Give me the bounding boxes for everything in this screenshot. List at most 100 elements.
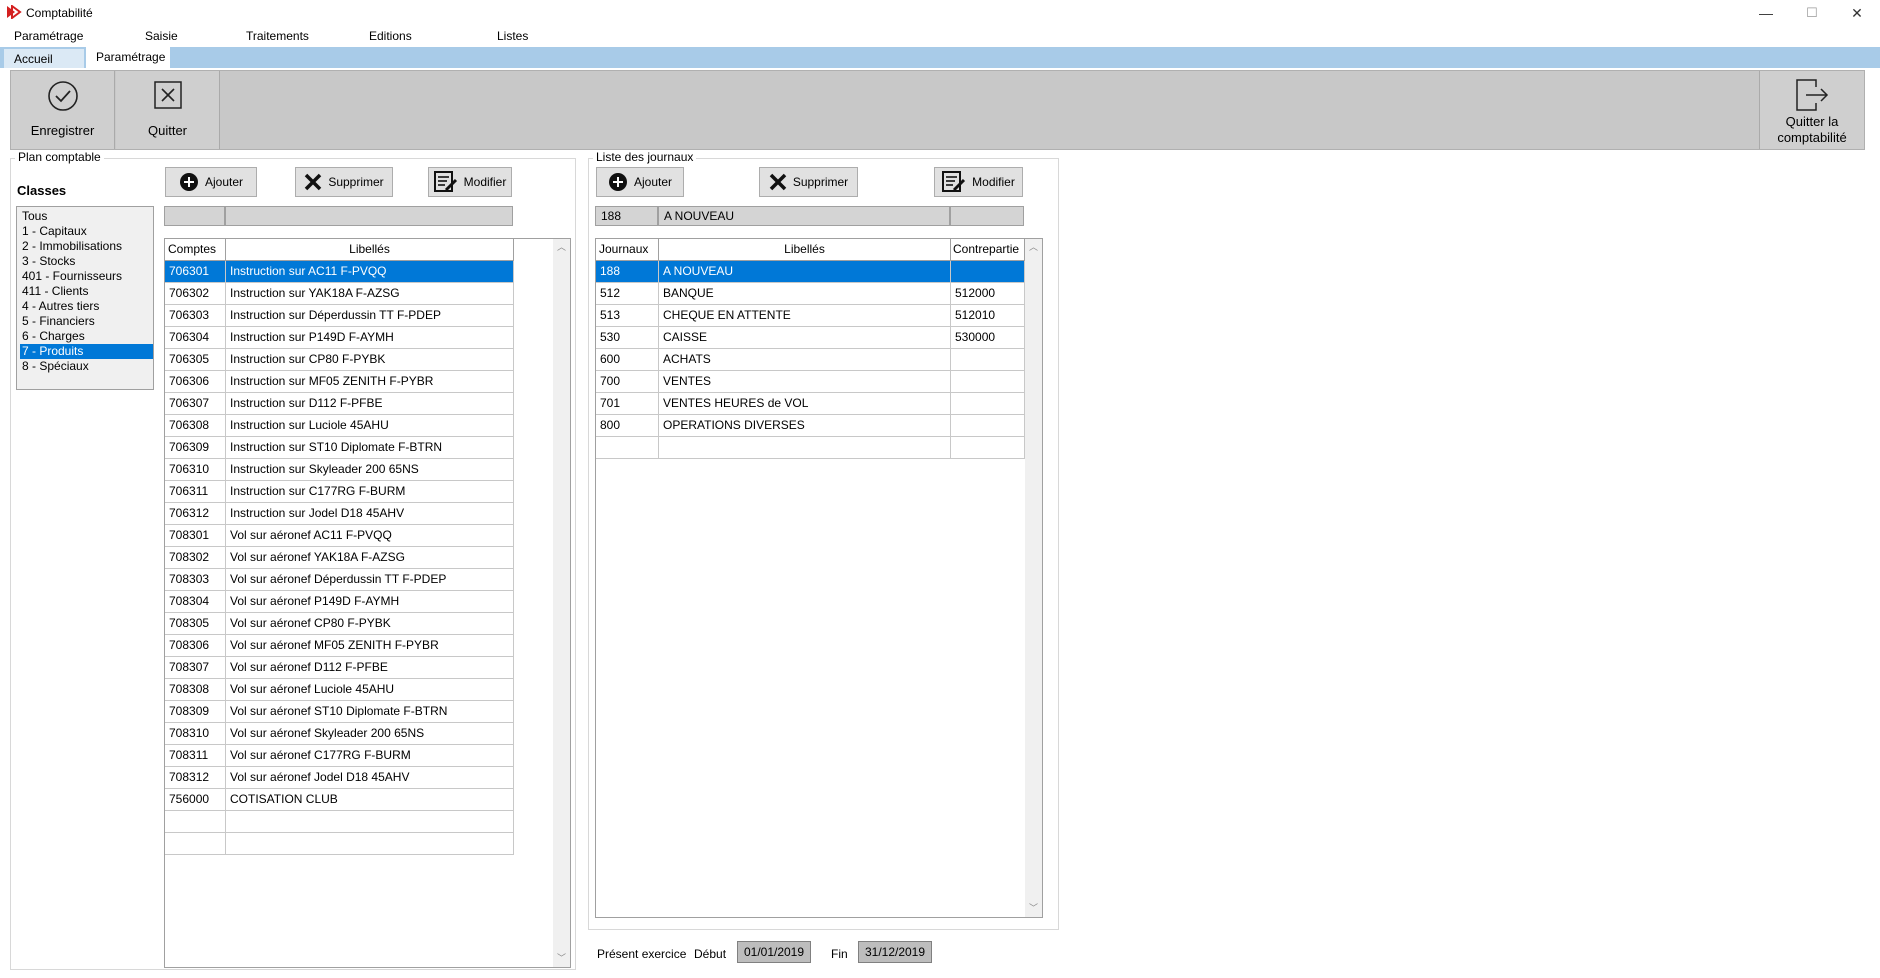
cell-label[interactable] <box>226 811 514 833</box>
plan-delete-button[interactable]: Supprimer <box>295 167 393 197</box>
exercice-start-date[interactable]: 01/01/2019 <box>737 941 811 963</box>
cell-label[interactable]: Vol sur aéronef Déperdussin TT F-PDEP <box>226 569 514 591</box>
class-item[interactable]: 5 - Financiers <box>20 314 153 329</box>
cell-code[interactable]: 706303 <box>165 305 226 327</box>
plan-add-button[interactable]: Ajouter <box>165 167 257 197</box>
scroll-up-arrow-icon[interactable]: ︿ <box>1025 239 1042 256</box>
save-button[interactable]: Enregistrer <box>11 71 115 149</box>
table-row[interactable]: 600 ACHATS <box>596 349 1025 371</box>
col-header-comptes[interactable]: Comptes <box>165 239 226 261</box>
cell-label[interactable]: Vol sur aéronef CP80 F-PYBK <box>226 613 514 635</box>
table-row[interactable]: 706310 Instruction sur Skyleader 200 65NS <box>165 459 514 481</box>
close-button[interactable]: ✕ <box>1834 0 1880 26</box>
cell-label[interactable]: CAISSE <box>659 327 951 349</box>
table-row[interactable]: 708301 Vol sur aéronef AC11 F-PVQQ <box>165 525 514 547</box>
cell-code[interactable]: 708304 <box>165 591 226 613</box>
cell-code[interactable]: 700 <box>596 371 659 393</box>
cell-code[interactable]: 708303 <box>165 569 226 591</box>
cell-label[interactable]: Instruction sur P149D F-AYMH <box>226 327 514 349</box>
table-row[interactable]: 708302 Vol sur aéronef YAK18A F-AZSG <box>165 547 514 569</box>
cell-label[interactable]: CHEQUE EN ATTENTE <box>659 305 951 327</box>
class-item[interactable]: 401 - Fournisseurs <box>20 269 153 284</box>
cell-code[interactable]: 512 <box>596 283 659 305</box>
table-row[interactable]: 700 VENTES <box>596 371 1025 393</box>
cell-code[interactable]: 706307 <box>165 393 226 415</box>
cell-contra[interactable]: 530000 <box>951 327 1025 349</box>
maximize-button[interactable]: ☐ <box>1789 0 1835 26</box>
cell-label[interactable]: Instruction sur Skyleader 200 65NS <box>226 459 514 481</box>
plan-code-field[interactable] <box>164 206 225 226</box>
journal-add-button[interactable]: Ajouter <box>596 167 684 197</box>
cell-code[interactable] <box>596 437 659 459</box>
quit-button[interactable]: Quitter <box>116 71 220 149</box>
class-item[interactable]: 6 - Charges <box>20 329 153 344</box>
cell-code[interactable] <box>165 833 226 855</box>
cell-code[interactable]: 706310 <box>165 459 226 481</box>
table-row[interactable]: 708303 Vol sur aéronef Déperdussin TT F-P… <box>165 569 514 591</box>
class-item[interactable]: 411 - Clients <box>20 284 153 299</box>
journal-code-field[interactable]: 188 <box>595 206 658 226</box>
class-item[interactable]: 3 - Stocks <box>20 254 153 269</box>
table-row[interactable]: 701 VENTES HEURES de VOL <box>596 393 1025 415</box>
cell-label[interactable]: Vol sur aéronef Skyleader 200 65NS <box>226 723 514 745</box>
cell-label[interactable]: Instruction sur Luciole 45AHU <box>226 415 514 437</box>
cell-label[interactable]: OPERATIONS DIVERSES <box>659 415 951 437</box>
class-item[interactable]: Tous <box>20 209 153 224</box>
class-item[interactable]: 4 - Autres tiers <box>20 299 153 314</box>
tab-parametrage[interactable]: Paramétrage <box>86 47 170 68</box>
cell-code[interactable]: 708302 <box>165 547 226 569</box>
table-row[interactable]: 706309 Instruction sur ST10 Diplomate F-B… <box>165 437 514 459</box>
cell-label[interactable]: Vol sur aéronef D112 F-PFBE <box>226 657 514 679</box>
col-header-libelles[interactable]: Libellés <box>226 239 514 261</box>
quit-accounting-button[interactable]: Quitter la comptabilité <box>1759 71 1864 149</box>
cell-contra[interactable] <box>951 437 1025 459</box>
cell-code[interactable]: 708305 <box>165 613 226 635</box>
journals-scrollbar[interactable]: ︿ ﹀ <box>1025 239 1042 917</box>
class-item[interactable]: 1 - Capitaux <box>20 224 153 239</box>
exercice-end-date[interactable]: 31/12/2019 <box>858 941 932 963</box>
cell-label[interactable]: Instruction sur ST10 Diplomate F-BTRN <box>226 437 514 459</box>
cell-contra[interactable] <box>951 261 1025 283</box>
scroll-down-arrow-icon[interactable]: ﹀ <box>1025 900 1042 917</box>
cell-label[interactable]: Vol sur aéronef Jodel D18 45AHV <box>226 767 514 789</box>
cell-label[interactable]: Vol sur aéronef MF05 ZENITH F-PYBR <box>226 635 514 657</box>
table-row[interactable]: 706303 Instruction sur Déperdussin TT F-P… <box>165 305 514 327</box>
menu-parametrage[interactable]: Paramétrage <box>14 29 83 43</box>
table-row[interactable]: 706304 Instruction sur P149D F-AYMH <box>165 327 514 349</box>
table-row[interactable]: 530 CAISSE 530000 <box>596 327 1025 349</box>
tab-accueil[interactable]: Accueil <box>4 49 84 68</box>
cell-code[interactable]: 188 <box>596 261 659 283</box>
cell-code[interactable]: 708312 <box>165 767 226 789</box>
table-row[interactable]: 706301 Instruction sur AC11 F-PVQQ <box>165 261 514 283</box>
table-row[interactable]: 513 CHEQUE EN ATTENTE 512010 <box>596 305 1025 327</box>
table-row[interactable]: 708306 Vol sur aéronef MF05 ZENITH F-PYBR <box>165 635 514 657</box>
table-row[interactable]: 706312 Instruction sur Jodel D18 45AHV <box>165 503 514 525</box>
accounts-scrollbar[interactable]: ︿ ﹀ <box>553 239 570 967</box>
table-row[interactable] <box>165 833 514 855</box>
table-row[interactable] <box>165 811 514 833</box>
cell-label[interactable]: Instruction sur MF05 ZENITH F-PYBR <box>226 371 514 393</box>
cell-code[interactable]: 706311 <box>165 481 226 503</box>
table-row[interactable]: 708310 Vol sur aéronef Skyleader 200 65NS <box>165 723 514 745</box>
cell-label[interactable]: Vol sur aéronef ST10 Diplomate F-BTRN <box>226 701 514 723</box>
table-row[interactable]: 708304 Vol sur aéronef P149D F-AYMH <box>165 591 514 613</box>
menu-saisie[interactable]: Saisie <box>145 29 178 43</box>
cell-code[interactable]: 706312 <box>165 503 226 525</box>
col-header-journaux[interactable]: Journaux <box>596 239 659 261</box>
table-row[interactable]: 706305 Instruction sur CP80 F-PYBK <box>165 349 514 371</box>
table-row[interactable]: 188 A NOUVEAU <box>596 261 1025 283</box>
table-row[interactable]: 512 BANQUE 512000 <box>596 283 1025 305</box>
cell-contra[interactable] <box>951 371 1025 393</box>
journal-edit-button[interactable]: Modifier <box>934 167 1023 197</box>
table-row[interactable]: 708311 Vol sur aéronef C177RG F-BURM <box>165 745 514 767</box>
table-row[interactable]: 706307 Instruction sur D112 F-PFBE <box>165 393 514 415</box>
journal-contra-field[interactable] <box>950 206 1024 226</box>
cell-code[interactable]: 708306 <box>165 635 226 657</box>
table-row[interactable]: 756000 COTISATION CLUB <box>165 789 514 811</box>
cell-label[interactable] <box>659 437 951 459</box>
table-row[interactable]: 706311 Instruction sur C177RG F-BURM <box>165 481 514 503</box>
cell-label[interactable]: ACHATS <box>659 349 951 371</box>
plan-edit-button[interactable]: Modifier <box>428 167 512 197</box>
cell-label[interactable] <box>226 833 514 855</box>
scroll-up-arrow-icon[interactable]: ︿ <box>553 239 570 256</box>
